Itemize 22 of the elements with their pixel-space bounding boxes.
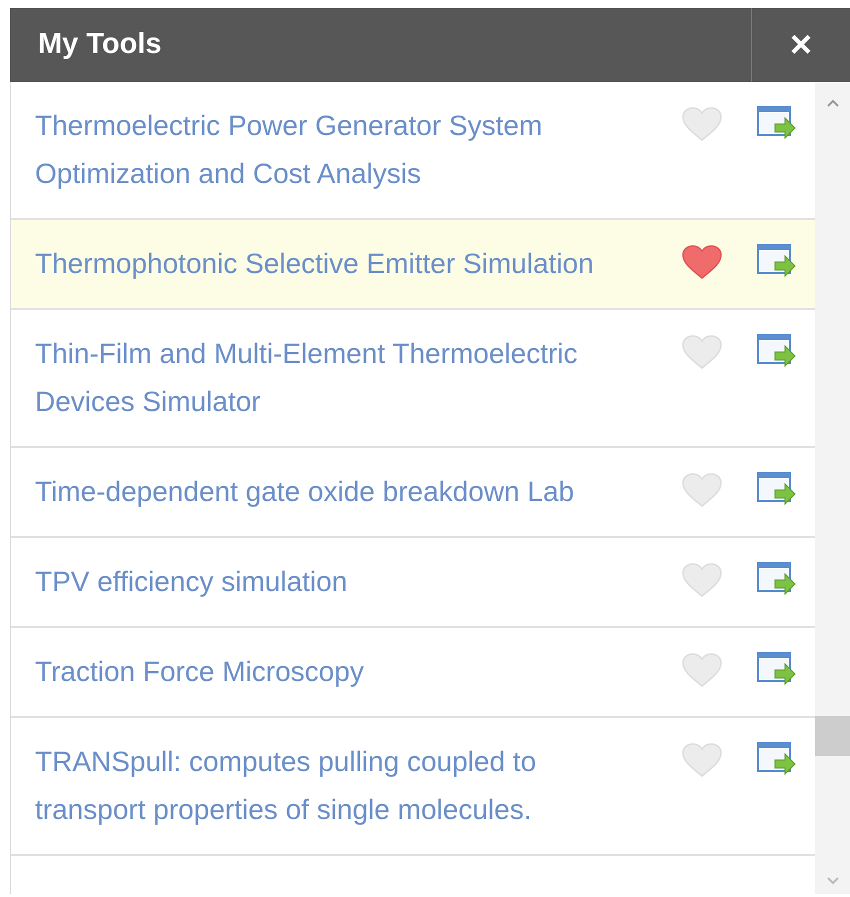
heart-icon[interactable]	[681, 244, 723, 280]
tool-link[interactable]: Thermoelectric Power Generator System Optimization and Cost Analysis	[35, 102, 647, 198]
scroll-up-icon[interactable]	[826, 98, 840, 108]
scroll-down-icon[interactable]	[826, 876, 840, 886]
tool-link[interactable]: Time-dependent gate oxide breakdown Lab	[35, 468, 647, 516]
launch-icon[interactable]	[757, 472, 797, 508]
tool-row[interactable]: Thermophotonic Selective Emitter Simulation	[11, 220, 815, 310]
tool-link[interactable]: TRANSpull: computes pulling coupled to transport properties of single molecules.	[35, 738, 647, 834]
scrollbar[interactable]	[815, 82, 850, 894]
panel-title: My Tools	[37, 27, 163, 62]
launch-icon[interactable]	[757, 244, 797, 280]
close-button[interactable]: ×	[752, 8, 850, 82]
launch-icon[interactable]	[757, 562, 797, 598]
launch-icon[interactable]	[757, 742, 797, 778]
scrollbar-thumb[interactable]	[815, 716, 850, 756]
launch-icon[interactable]	[757, 106, 797, 142]
launch-icon[interactable]	[757, 652, 797, 688]
tool-link[interactable]: Traction Force Microscopy	[35, 648, 647, 696]
tool-link[interactable]: TPV efficiency simulation	[35, 558, 647, 606]
tool-link[interactable]: Thermophotonic Selective Emitter Simulation	[35, 240, 647, 288]
launch-icon[interactable]	[757, 334, 797, 370]
tool-link[interactable]: Thin-Film and Multi-Element Thermoelectric Devices Simulator	[35, 330, 647, 426]
